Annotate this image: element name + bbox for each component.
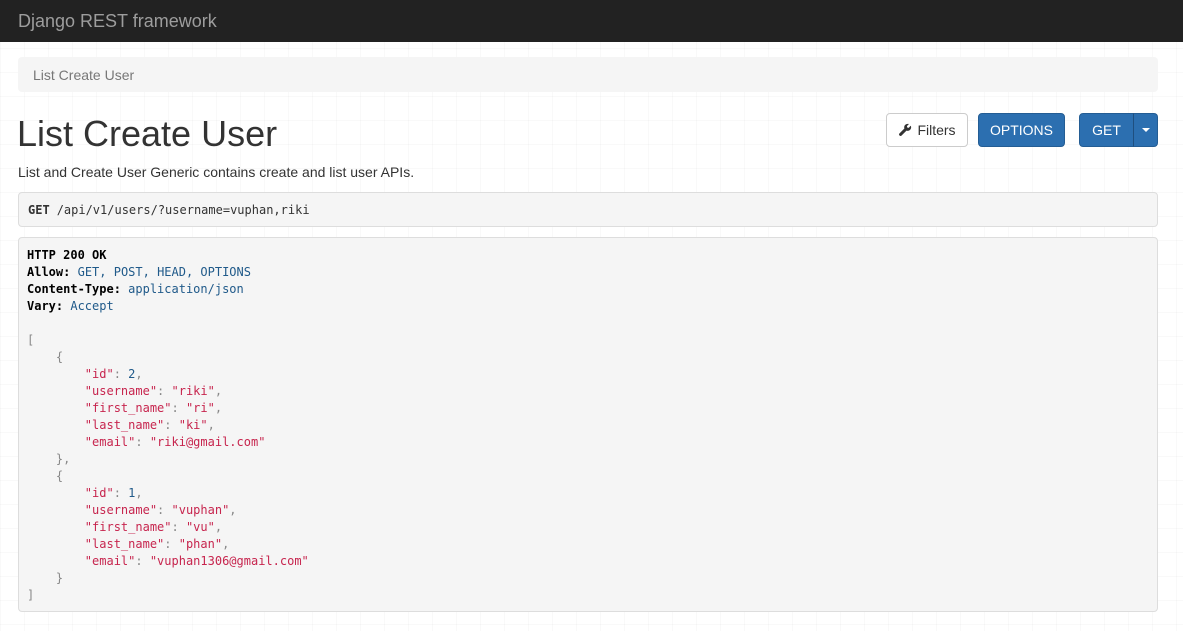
json-value: "ri" [185, 401, 215, 415]
brand-link[interactable]: Django REST framework [18, 11, 217, 32]
options-button[interactable]: OPTIONS [978, 113, 1065, 147]
response-status: HTTP 200 OK [27, 248, 107, 262]
json-key: "first_name" [84, 401, 172, 415]
filters-button[interactable]: Filters [886, 113, 968, 147]
request-method: GET [28, 202, 50, 217]
response-info: HTTP 200 OK Allow: GET, POST, HEAD, OPTI… [18, 237, 1158, 612]
get-button[interactable]: GET [1079, 113, 1134, 147]
json-value: "riki@gmail.com" [149, 435, 266, 449]
json-key: "id" [84, 367, 114, 381]
header-name: Content-Type: [27, 282, 121, 296]
caret-down-icon [1141, 128, 1150, 132]
header-name: Vary: [27, 299, 64, 313]
wrench-icon [899, 123, 912, 136]
response-headers: HTTP 200 OK Allow: GET, POST, HEAD, OPTI… [27, 247, 1149, 315]
json-key: "first_name" [84, 520, 172, 534]
json-value: "ki" [178, 418, 208, 432]
request-info: GET /api/v1/users/?username=vuphan,riki [18, 192, 1158, 227]
filters-button-label: Filters [917, 122, 956, 138]
header-name: Allow: [27, 265, 71, 279]
json-value: "vuphan" [171, 503, 230, 517]
json-value: "vu" [185, 520, 215, 534]
page-title: List Create User [17, 113, 278, 154]
json-key: "username" [84, 384, 158, 398]
navbar: Django REST framework [0, 0, 1183, 42]
response-body: [ { "id": 2, "username": "riki", "first_… [27, 333, 309, 602]
json-key: "email" [84, 435, 136, 449]
get-format-dropdown[interactable] [1133, 113, 1158, 147]
breadcrumb-item-current[interactable]: List Create User [33, 67, 134, 83]
json-key: "email" [84, 554, 136, 568]
header-value: Accept [70, 299, 114, 313]
json-value: "vuphan1306@gmail.com" [149, 554, 309, 568]
json-key: "id" [84, 486, 114, 500]
json-key: "username" [84, 503, 158, 517]
json-value: "riki" [171, 384, 215, 398]
breadcrumb: List Create User [18, 57, 1158, 92]
json-value: "phan" [178, 537, 223, 551]
page-description: List and Create User Generic contains cr… [18, 164, 415, 180]
header-value: application/json [128, 282, 244, 296]
header-value: GET, POST, HEAD, OPTIONS [77, 265, 251, 279]
get-button-group: GET [1079, 113, 1158, 147]
json-key: "last_name" [84, 537, 165, 551]
request-path: /api/v1/users/?username=vuphan,riki [56, 202, 310, 217]
json-key: "last_name" [84, 418, 165, 432]
